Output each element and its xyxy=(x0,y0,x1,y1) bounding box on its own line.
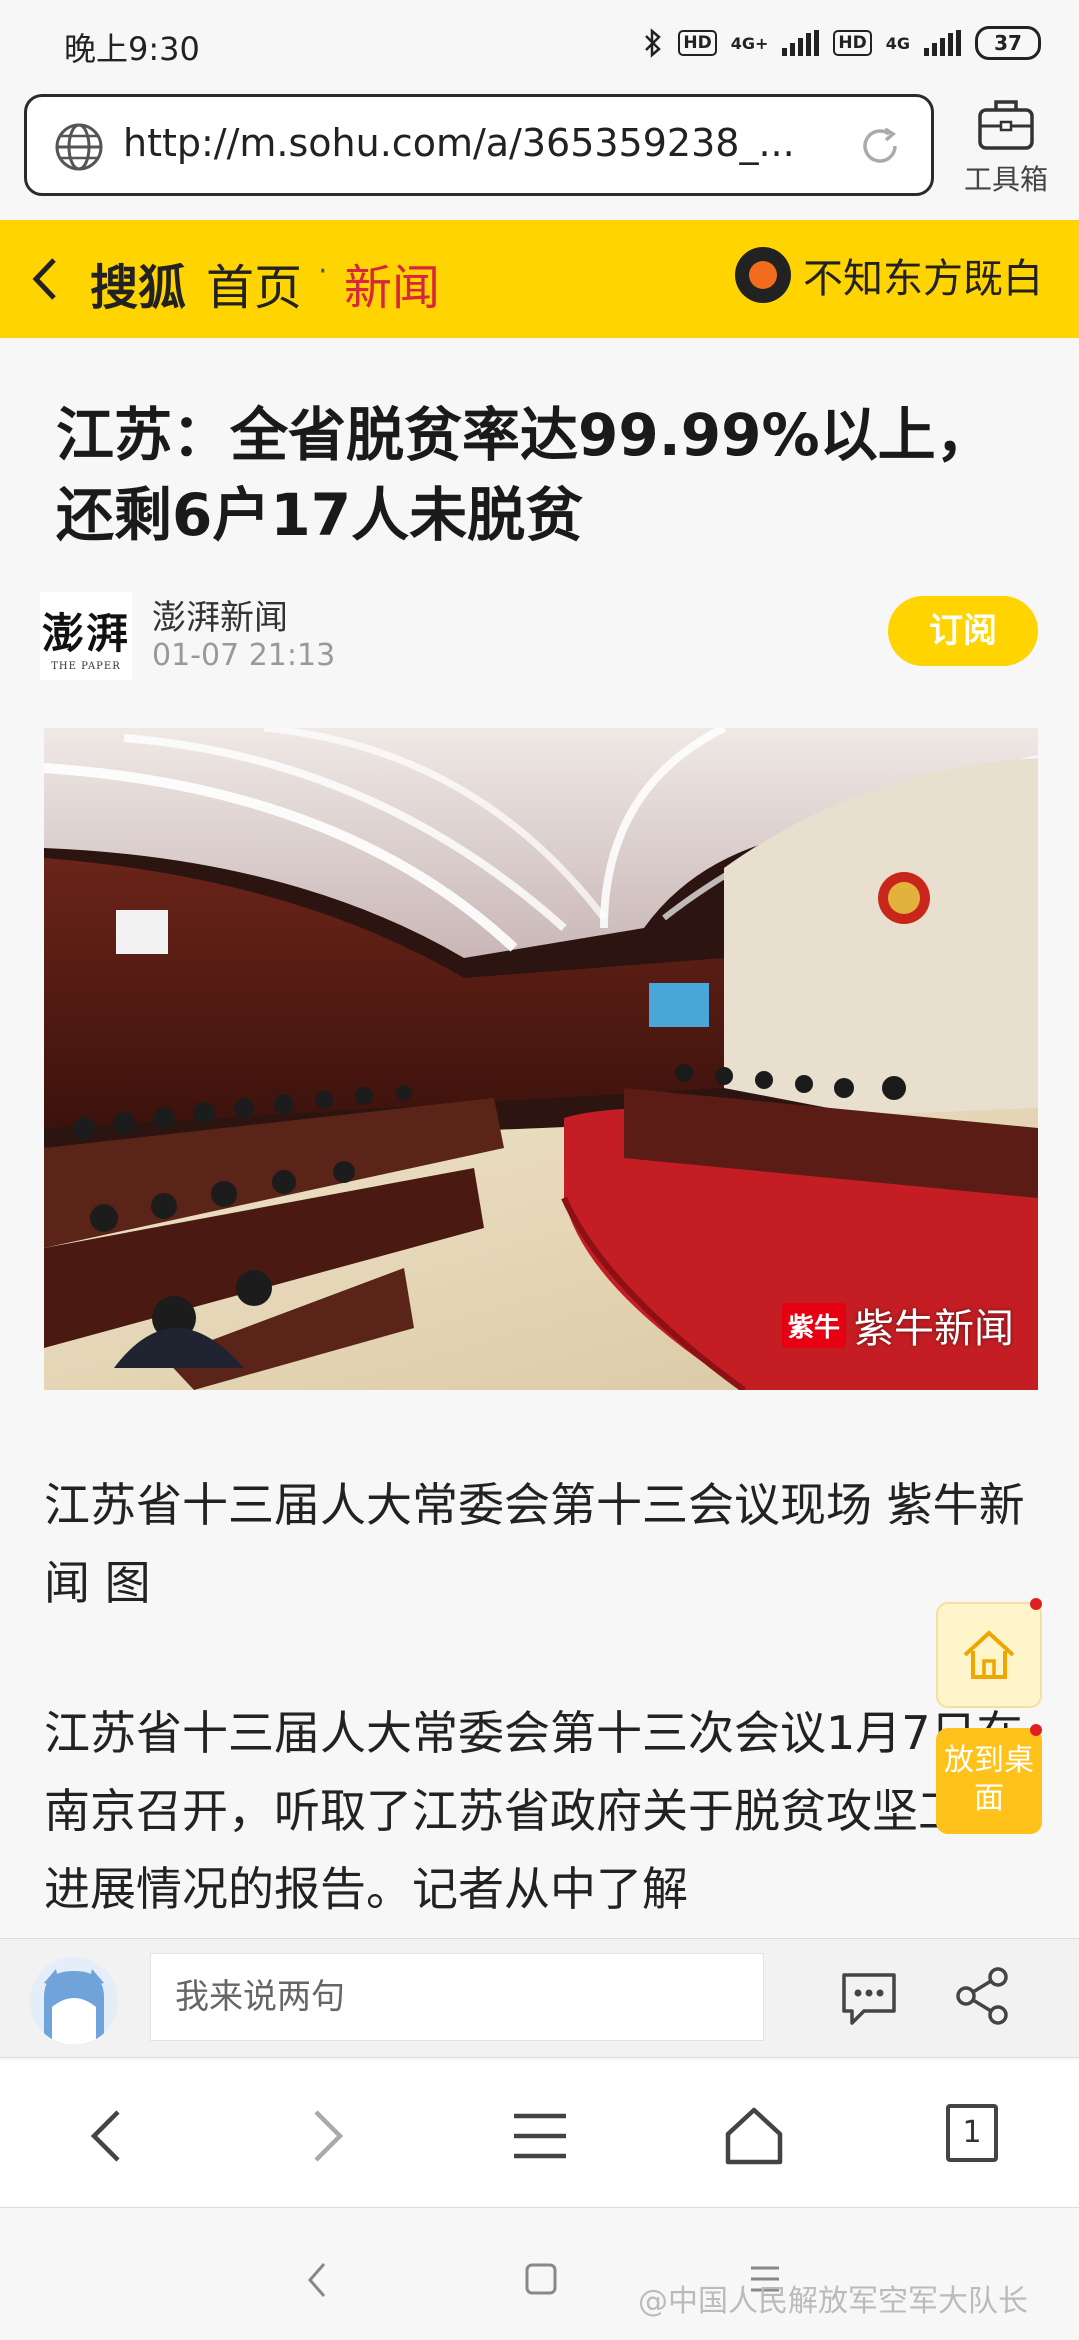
home-icon xyxy=(963,1630,1015,1679)
toolbox-icon xyxy=(978,100,1034,150)
site-nav-bar: 搜狐 首页 · 新闻 不知东方既白 xyxy=(0,220,1079,338)
reload-icon[interactable] xyxy=(855,121,905,171)
system-back-icon[interactable] xyxy=(302,2260,332,2300)
author-chip[interactable]: 不知东方既白 xyxy=(735,246,1043,304)
comment-input[interactable]: 我来说两句 xyxy=(150,1953,764,2041)
source-logo-text: 澎湃 xyxy=(41,609,130,658)
forward-icon[interactable] xyxy=(294,2104,358,2168)
back-icon[interactable] xyxy=(76,2104,140,2168)
floating-home-button[interactable] xyxy=(936,1602,1042,1708)
article-title: 江苏：全省脱贫率达99.99%以上，还剩6户17人未脱贫 xyxy=(56,401,994,549)
publish-time: 01-07 21:13 xyxy=(152,638,336,673)
watermark-text: @中国人民解放军空军大队长 xyxy=(638,2284,1028,2319)
menu-icon[interactable] xyxy=(508,2104,572,2168)
avatar[interactable] xyxy=(30,1957,118,2045)
subscribe-button[interactable]: 订阅 xyxy=(888,596,1038,666)
brand-logo[interactable]: 搜狐 xyxy=(90,248,186,318)
network-label-2: 4G xyxy=(885,33,910,53)
browser-home-icon[interactable] xyxy=(722,2104,786,2168)
bluetooth-icon xyxy=(645,28,662,58)
browser-nav-bar xyxy=(0,2060,1079,2208)
tabs-icon[interactable]: 1 xyxy=(946,2104,998,2162)
news-channel-link[interactable]: 新闻 xyxy=(344,248,440,318)
comment-bar: 我来说两句 xyxy=(0,1938,1079,2058)
hd-badge: HD xyxy=(678,30,717,56)
network-label: 4G+ xyxy=(730,33,769,53)
signal-icon xyxy=(782,30,820,56)
add-to-desktop-button[interactable]: 放到桌面 xyxy=(936,1728,1042,1834)
system-home-icon[interactable] xyxy=(524,2262,558,2296)
source-name[interactable]: 澎湃新闻 xyxy=(152,590,288,639)
hd-badge-2: HD xyxy=(833,30,872,56)
back-chevron-icon[interactable] xyxy=(26,254,62,304)
photo-caption: 江苏省十三届人大常委会第十三会议现场 紫牛新闻 图 xyxy=(44,1478,1025,1610)
toolbox-button[interactable]: 工具箱 xyxy=(956,96,1056,206)
url-bar[interactable]: http://m.sohu.com/a/365359238_... xyxy=(24,94,934,196)
globe-icon xyxy=(55,123,103,171)
photo-watermark-text: 紫牛新闻 xyxy=(854,1306,1014,1352)
home-link[interactable]: 首页 xyxy=(206,248,302,318)
notification-dot-2 xyxy=(1030,1724,1042,1736)
status-bar: 晚上9:30 HD 4G+ HD 4G 37 xyxy=(0,0,1079,88)
source-logo-sub: THE PAPER xyxy=(51,661,121,672)
signal-icon-2 xyxy=(924,30,961,56)
author-name: 不知东方既白 xyxy=(803,256,1043,302)
url-text[interactable]: http://m.sohu.com/a/365359238_... xyxy=(123,121,795,165)
system-nav-bar xyxy=(0,2210,1079,2340)
status-icons: HD 4G+ HD 4G 37 xyxy=(642,26,1041,60)
nav-separator: · xyxy=(318,254,328,289)
status-time: 晚上9:30 xyxy=(64,30,200,68)
author-logo-icon xyxy=(735,247,791,303)
share-icon[interactable] xyxy=(952,1965,1012,2027)
avatar-image xyxy=(30,1957,118,2045)
battery-icon: 37 xyxy=(975,26,1041,60)
page: 晚上9:30 HD 4G+ HD 4G 37 http://m.sohu.com… xyxy=(0,0,1079,2340)
article-photo: 紫牛 紫牛新闻 xyxy=(44,728,1038,1390)
article-paragraph: 江苏省十三届人大常委会第十三次会议1月7日在南京召开，听取了江苏省政府关于脱贫攻… xyxy=(44,1706,1023,1916)
meeting-hall-image xyxy=(44,728,1038,1390)
photo-watermark: 紫牛 紫牛新闻 xyxy=(781,1296,1014,1354)
toolbox-label: 工具箱 xyxy=(963,163,1048,196)
chat-icon[interactable] xyxy=(838,1967,900,2029)
notification-dot xyxy=(1030,1598,1042,1610)
source-logo[interactable]: 澎湃 THE PAPER xyxy=(40,592,132,680)
photo-watermark-logo: 紫牛 xyxy=(781,1302,846,1348)
